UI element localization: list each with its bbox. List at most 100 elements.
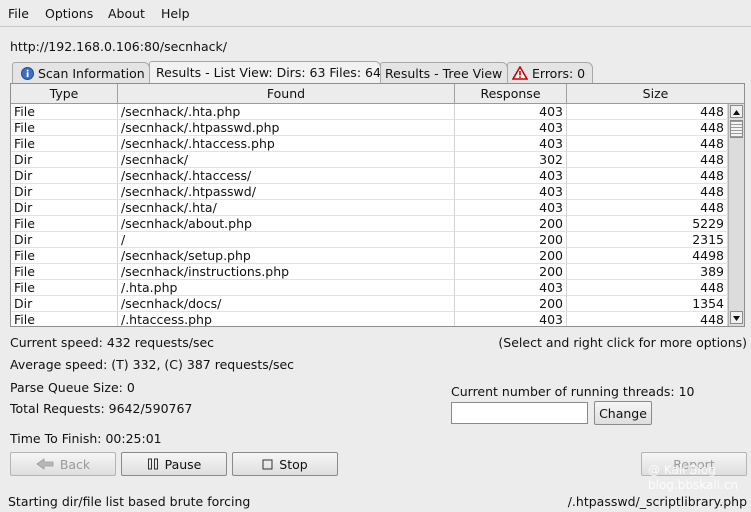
table-row[interactable]: Dir/secnhack/docs/200 1354 [11, 296, 728, 312]
table-header: Type Found Response Size [11, 84, 744, 104]
vertical-scrollbar[interactable] [728, 104, 744, 326]
table-row[interactable]: Dir/secnhack/.hta/403 448 [11, 200, 728, 216]
table-row[interactable]: File/.hta.php 403 448 [11, 280, 728, 296]
cell-response: 403 [455, 120, 567, 136]
cell-type: File [11, 136, 118, 152]
cell-found: /secnhack/.htaccess.php [118, 136, 455, 152]
total-requests: Total Requests: 9642/590767 [10, 401, 193, 416]
scroll-down-button[interactable] [730, 311, 743, 324]
cell-type: File [11, 248, 118, 264]
cell-found: /secnhack/about.php [118, 216, 455, 232]
menu-file[interactable]: File [8, 6, 29, 21]
table-row[interactable]: File/secnhack/.htaccess.php 403 448 [11, 136, 728, 152]
warning-icon [511, 65, 529, 83]
cell-type: Dir [11, 296, 118, 312]
back-button-label: Back [59, 456, 91, 472]
time-to-finish: Time To Finish: 00:25:01 [10, 431, 162, 446]
cell-found: /secnhack/.hta/ [118, 200, 455, 216]
arrow-down-icon [733, 316, 740, 321]
table-row[interactable]: Dir/secnhack/.htaccess/403 448 [11, 168, 728, 184]
menu-about[interactable]: About [108, 6, 145, 21]
table-row[interactable]: Dir/secnhack/302 448 [11, 152, 728, 168]
cell-size: 2315 [567, 232, 728, 248]
table-row[interactable]: File/secnhack/.htpasswd.php 403 448 [11, 120, 728, 136]
menu-help[interactable]: Help [161, 6, 190, 21]
table-row[interactable]: Dir/200 2315 [11, 232, 728, 248]
table-row[interactable]: Dir/secnhack/.htpasswd/403 448 [11, 184, 728, 200]
watermark-line-1: @ Kali Blog [648, 463, 716, 477]
watermark-line-2: blog.bbskali.cn [648, 478, 738, 492]
cell-found: /secnhack/.hta.php [118, 104, 455, 120]
scroll-up-button[interactable] [730, 105, 743, 118]
table-row[interactable]: File/secnhack/about.php 200 5229 [11, 216, 728, 232]
cell-response: 403 [455, 280, 567, 296]
cell-response: 200 [455, 216, 567, 232]
tab-results-list-view[interactable]: Results - List View: Dirs: 63 Files: 64 [149, 61, 381, 83]
cell-type: File [11, 104, 118, 120]
cell-size: 448 [567, 152, 728, 168]
table-row[interactable]: File/secnhack/instructions.php 200 389 [11, 264, 728, 280]
cell-found: /.hta.php [118, 280, 455, 296]
cell-response: 200 [455, 248, 567, 264]
status-message: Starting dir/file list based brute forci… [8, 494, 251, 509]
column-header-size[interactable]: Size [567, 84, 744, 104]
cell-type: File [11, 280, 118, 296]
cell-type: Dir [11, 184, 118, 200]
cell-size: 448 [567, 168, 728, 184]
cell-response: 302 [455, 152, 567, 168]
cell-response: 403 [455, 168, 567, 184]
parse-queue-size: Parse Queue Size: 0 [10, 380, 135, 395]
cell-type: File [11, 120, 118, 136]
cell-size: 448 [567, 184, 728, 200]
back-button[interactable]: Back [10, 452, 116, 476]
cell-response: 403 [455, 136, 567, 152]
cell-found: /secnhack/.htaccess/ [118, 168, 455, 184]
table-row[interactable]: File/secnhack/.hta.php 403 448 [11, 104, 728, 120]
info-icon [21, 67, 34, 83]
cell-found: /secnhack/instructions.php [118, 264, 455, 280]
tab-results-tree-view[interactable]: Results - Tree View [380, 62, 508, 83]
average-speed: Average speed: (T) 332, (C) 387 requests… [10, 357, 295, 372]
cell-found: /secnhack/.htpasswd.php [118, 120, 455, 136]
cell-found: /secnhack/docs/ [118, 296, 455, 312]
cell-type: Dir [11, 232, 118, 248]
tab-results-tree-view-label: Results - Tree View [385, 66, 503, 81]
column-header-found[interactable]: Found [118, 84, 455, 104]
change-button[interactable]: Change [594, 401, 652, 425]
tab-errors-label: Errors: 0 [532, 66, 586, 81]
cell-response: 200 [455, 264, 567, 280]
cell-size: 448 [567, 200, 728, 216]
cell-response: 200 [455, 296, 567, 312]
cell-found: /secnhack/.htpasswd/ [118, 184, 455, 200]
cell-type: File [11, 264, 118, 280]
arrow-left-icon [36, 458, 54, 470]
threads-input[interactable] [451, 402, 588, 424]
cell-type: File [11, 312, 118, 326]
column-header-type[interactable]: Type [11, 84, 118, 104]
cell-size: 448 [567, 104, 728, 120]
cell-size: 5229 [567, 216, 728, 232]
menu-options[interactable]: Options [45, 6, 93, 21]
tab-bar: Scan Information Results - List View: Di… [12, 61, 750, 84]
cell-response: 200 [455, 232, 567, 248]
cell-size: 448 [567, 120, 728, 136]
tab-errors[interactable]: Errors: 0 [507, 62, 593, 83]
table-row[interactable]: File/.htaccess.php 403 448 [11, 312, 728, 326]
scrollbar-thumb[interactable] [730, 120, 743, 138]
column-header-response[interactable]: Response [455, 84, 567, 104]
pause-icon [147, 458, 158, 470]
threads-label: Current number of running threads: 10 [451, 384, 695, 399]
stop-button[interactable]: Stop [232, 452, 338, 476]
cell-response: 403 [455, 200, 567, 216]
stop-button-label: Stop [279, 456, 308, 472]
tab-scan-information[interactable]: Scan Information [12, 62, 150, 83]
cell-found: /secnhack/ [118, 152, 455, 168]
tab-results-list-view-label: Results - List View: Dirs: 63 Files: 64 [156, 65, 381, 80]
target-url: http://192.168.0.106:80/secnhack/ [10, 39, 227, 54]
change-button-label: Change [599, 405, 647, 421]
pause-button[interactable]: Pause [121, 452, 227, 476]
cell-found: / [118, 232, 455, 248]
table-hint: (Select and right click for more options… [498, 335, 747, 350]
stop-icon [262, 459, 273, 469]
table-row[interactable]: File/secnhack/setup.php 200 4498 [11, 248, 728, 264]
